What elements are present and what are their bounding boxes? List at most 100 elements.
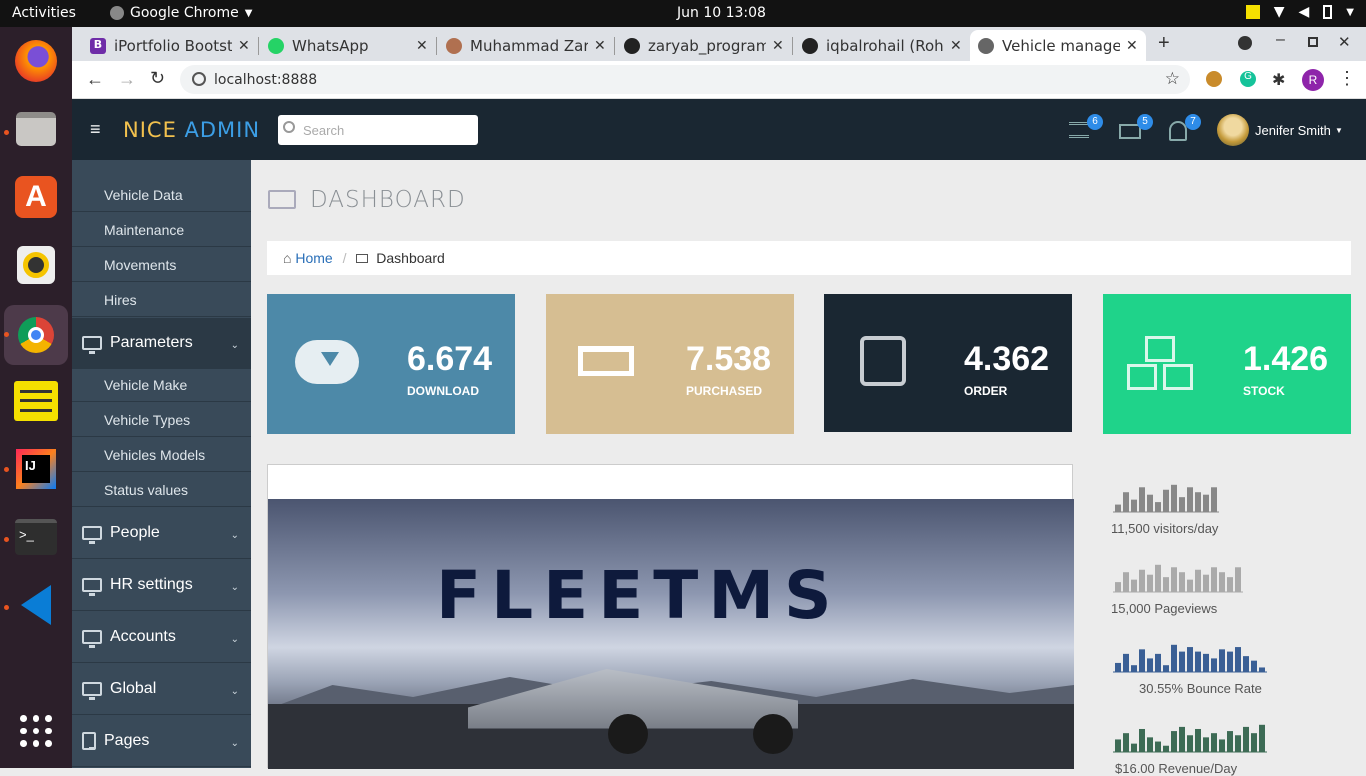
close-icon[interactable]: ✕ — [238, 38, 250, 54]
order-card[interactable]: 4.362 ORDER — [824, 294, 1072, 432]
spark-bar — [1155, 653, 1161, 672]
user-name[interactable]: Jenifer Smith — [1255, 123, 1331, 138]
new-tab-button[interactable]: + — [1158, 32, 1170, 55]
grammarly-icon[interactable]: G — [1240, 71, 1256, 87]
chevron-down-icon[interactable]: ▼ — [1335, 126, 1343, 135]
avatar[interactable] — [1217, 114, 1249, 146]
address-bar[interactable]: localhost:8888 ☆ — [180, 65, 1190, 94]
show-apps-icon[interactable] — [12, 707, 60, 755]
bootstrap-favicon-icon: B — [90, 37, 106, 54]
sidebar-item-vehicle-data[interactable]: Vehicle Data — [72, 178, 251, 212]
maximize-button[interactable] — [1308, 37, 1318, 47]
close-icon[interactable]: ✕ — [416, 38, 428, 54]
sidebar-item-status-values[interactable]: Status values — [72, 473, 251, 507]
chevron-down-icon: ⌄ — [230, 582, 239, 593]
spark-bar — [1195, 569, 1201, 592]
spark-bar — [1211, 487, 1217, 512]
tab-zaryab[interactable]: zaryab_program ✕ — [616, 30, 792, 61]
spark-bar — [1123, 572, 1129, 592]
spark-bar — [1187, 735, 1193, 752]
chrome-menu-icon[interactable]: ⋮ — [1338, 68, 1356, 89]
close-icon[interactable]: ✕ — [950, 38, 962, 54]
spark-bar — [1251, 660, 1257, 672]
spark-bar — [1235, 735, 1241, 752]
sidebar-item-maintenance[interactable]: Maintenance — [72, 213, 251, 247]
order-label: ORDER — [964, 384, 1008, 398]
spark-bar — [1211, 567, 1217, 592]
hamburger-menu-icon[interactable]: ≡ — [90, 119, 101, 140]
breadcrumb-home-link[interactable]: Home — [295, 250, 332, 266]
intellij-icon[interactable]: IJ — [12, 445, 60, 493]
spark-bar — [1163, 489, 1169, 512]
tab-vehicle-management[interactable]: Vehicle managen ✕ — [970, 30, 1146, 61]
spark-bar — [1171, 644, 1177, 672]
sidebar-item-vehicles-models[interactable]: Vehicles Models — [72, 438, 251, 472]
sidebar-item-global[interactable]: Global ⌄ — [72, 664, 251, 715]
tab-iqbalrohail[interactable]: iqbalrohail (Roha ✕ — [794, 30, 970, 61]
close-icon[interactable]: ✕ — [772, 38, 784, 54]
clock[interactable]: Jun 10 13:08 — [677, 5, 766, 21]
sidebar-item-people[interactable]: People ⌄ — [72, 508, 251, 559]
spark-bar — [1147, 737, 1153, 752]
sidebar-item-hr-settings[interactable]: HR settings ⌄ — [72, 560, 251, 611]
cart-icon — [578, 346, 634, 376]
download-card[interactable]: 6.674 DOWNLOAD — [267, 294, 515, 434]
banner-title: FLEETMS — [436, 557, 842, 634]
search-input[interactable]: Search — [278, 115, 478, 145]
notes-app-icon[interactable] — [12, 377, 60, 425]
monitor-icon — [82, 578, 102, 596]
rhythmbox-icon[interactable] — [12, 241, 60, 289]
spark-bar — [1259, 667, 1265, 672]
close-icon[interactable]: ✕ — [1126, 38, 1138, 54]
stock-card[interactable]: 1.426 STOCK — [1103, 294, 1351, 434]
tab-iportfolio[interactable]: BiPortfolio Bootstr ✕ — [82, 30, 258, 61]
bookmark-star-icon[interactable]: ☆ — [1165, 69, 1180, 89]
spark-bar — [1131, 743, 1137, 752]
sidebar-item-accounts[interactable]: Accounts ⌄ — [72, 612, 251, 663]
spark-bar — [1171, 484, 1177, 512]
forward-button[interactable]: → — [118, 69, 136, 90]
cubes-icon — [1127, 336, 1197, 392]
close-window-button[interactable]: ✕ — [1338, 33, 1351, 51]
files-icon[interactable] — [12, 105, 60, 153]
sidebar-item-pages[interactable]: Pages ⌄ — [72, 716, 251, 767]
sidebar-item-hires[interactable]: Hires — [72, 283, 251, 317]
purchased-card[interactable]: 7.538 PURCHASED — [546, 294, 794, 434]
sidebar-item-movements[interactable]: Movements — [72, 248, 251, 282]
terminal-icon[interactable]: >_ — [12, 513, 60, 561]
spark-bar — [1203, 574, 1209, 592]
tab-muhammad[interactable]: Muhammad Zary ✕ — [438, 30, 614, 61]
chrome-small-icon — [110, 6, 124, 20]
extensions-puzzle-icon[interactable]: ✱ — [1272, 70, 1285, 90]
chrome-icon[interactable] — [4, 305, 68, 365]
sidebar-item-vehicle-make[interactable]: Vehicle Make — [72, 368, 251, 402]
tasks-icon[interactable] — [1069, 122, 1089, 138]
breadcrumb-current: Dashboard — [376, 250, 445, 266]
close-icon[interactable]: ✕ — [594, 38, 606, 54]
github-favicon-icon — [624, 37, 640, 54]
firefox-icon[interactable] — [12, 37, 60, 85]
visitors-sparkline — [1113, 484, 1219, 513]
system-tray[interactable]: ▼ ◀ ▼ — [1245, 4, 1354, 20]
app-menu[interactable]: Google Chrome ▼ — [110, 5, 252, 21]
back-button[interactable]: ← — [86, 69, 104, 90]
spark-bar — [1115, 582, 1121, 592]
extension-icon[interactable] — [1206, 71, 1222, 87]
brand-logo[interactable]: NICE ADMIN — [123, 118, 260, 142]
minimize-button[interactable]: – — [1276, 31, 1285, 49]
vscode-icon[interactable] — [12, 581, 60, 629]
profile-avatar[interactable]: R — [1302, 69, 1324, 91]
spark-bar — [1155, 741, 1161, 752]
spark-bar — [1139, 569, 1145, 592]
sidebar-item-parameters[interactable]: Parameters ⌄ — [72, 318, 251, 369]
tab-search-icon[interactable] — [1238, 36, 1252, 50]
notes-indicator-icon — [1245, 5, 1260, 19]
info-icon[interactable] — [192, 72, 206, 86]
sidebar-item-vehicle-types[interactable]: Vehicle Types — [72, 403, 251, 437]
url-text: localhost:8888 — [214, 72, 318, 88]
reload-button[interactable]: ↻ — [150, 68, 165, 89]
spark-bar — [1163, 665, 1169, 672]
tab-whatsapp[interactable]: WhatsApp ✕ — [260, 30, 436, 61]
software-center-icon[interactable]: A — [12, 173, 60, 221]
activities-button[interactable]: Activities — [12, 5, 76, 21]
